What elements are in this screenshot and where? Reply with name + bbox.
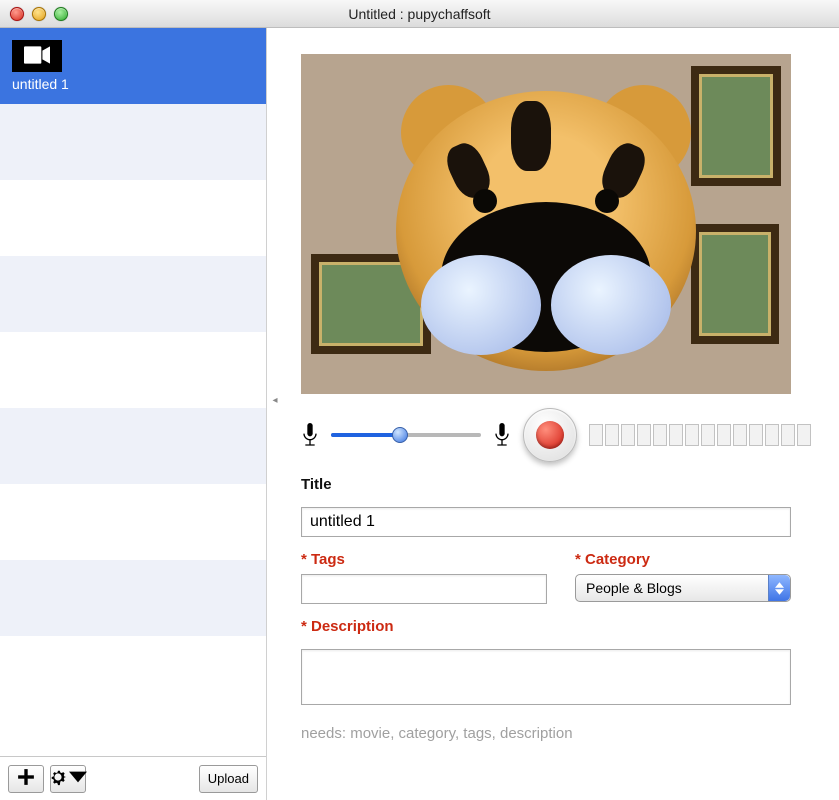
microphone-max-icon bbox=[493, 423, 511, 447]
clip-list: untitled 1 bbox=[0, 28, 266, 756]
settings-button[interactable] bbox=[50, 765, 86, 793]
select-stepper-icon bbox=[768, 575, 790, 601]
meter-segment bbox=[685, 424, 699, 446]
record-icon bbox=[536, 421, 564, 449]
gear-icon bbox=[49, 768, 67, 789]
category-label: * Category bbox=[575, 551, 791, 568]
plus-icon bbox=[17, 768, 35, 789]
meter-segment bbox=[797, 424, 811, 446]
add-clip-button[interactable] bbox=[8, 765, 44, 793]
record-button[interactable] bbox=[523, 408, 577, 462]
meter-segment bbox=[637, 424, 651, 446]
meter-segment bbox=[765, 424, 779, 446]
list-row-empty bbox=[0, 332, 266, 408]
meter-segment bbox=[733, 424, 747, 446]
description-input[interactable] bbox=[301, 649, 791, 705]
meter-segment bbox=[589, 424, 603, 446]
mic-level-slider[interactable] bbox=[331, 428, 481, 442]
minimize-window-button[interactable] bbox=[32, 7, 46, 21]
list-row-empty bbox=[0, 484, 266, 560]
clip-label: untitled 1 bbox=[12, 76, 254, 92]
clip-list-item[interactable]: untitled 1 bbox=[0, 28, 266, 104]
video-camera-icon bbox=[24, 46, 50, 67]
validation-hint: needs: movie, category, tags, descriptio… bbox=[301, 725, 811, 742]
meter-segment bbox=[621, 424, 635, 446]
sidebar-toolbar: Upload bbox=[0, 756, 266, 800]
title-input[interactable] bbox=[301, 507, 791, 537]
traffic-lights bbox=[10, 7, 68, 21]
list-row-empty bbox=[0, 180, 266, 256]
upload-button-label: Upload bbox=[208, 771, 249, 786]
zoom-window-button[interactable] bbox=[54, 7, 68, 21]
microphone-min-icon bbox=[301, 423, 319, 447]
video-preview bbox=[301, 54, 791, 394]
list-row-empty bbox=[0, 104, 266, 180]
list-row-empty bbox=[0, 256, 266, 332]
meter-segment bbox=[669, 424, 683, 446]
record-controls bbox=[301, 408, 811, 462]
meter-segment bbox=[781, 424, 795, 446]
close-window-button[interactable] bbox=[10, 7, 24, 21]
category-select[interactable]: People & Blogs bbox=[575, 574, 791, 602]
meter-segment bbox=[701, 424, 715, 446]
meter-segment bbox=[749, 424, 763, 446]
category-selected-value: People & Blogs bbox=[586, 580, 682, 596]
clip-thumbnail bbox=[12, 40, 62, 72]
tags-label: * Tags bbox=[301, 551, 547, 568]
app-window: Untitled : pupychaffsoft untitled 1 bbox=[0, 0, 839, 800]
tags-input[interactable] bbox=[301, 574, 547, 604]
meter-segment bbox=[717, 424, 731, 446]
recording-level-meter bbox=[589, 424, 811, 446]
description-label: * Description bbox=[301, 618, 811, 635]
meter-segment bbox=[653, 424, 667, 446]
window-title: Untitled : pupychaffsoft bbox=[0, 6, 839, 22]
list-row-empty bbox=[0, 560, 266, 636]
splitter-handle[interactable]: ◂ bbox=[270, 395, 280, 406]
upload-button[interactable]: Upload bbox=[199, 765, 258, 793]
meter-segment bbox=[605, 424, 619, 446]
sidebar: untitled 1 bbox=[0, 28, 267, 800]
content-area: untitled 1 bbox=[0, 28, 839, 800]
titlebar: Untitled : pupychaffsoft bbox=[0, 0, 839, 28]
list-row-empty bbox=[0, 636, 266, 712]
title-label: Title bbox=[301, 476, 811, 493]
chevron-down-icon bbox=[69, 768, 87, 789]
list-row-empty bbox=[0, 408, 266, 484]
main-panel: Title * Tags * Category People & Blogs bbox=[267, 28, 839, 800]
